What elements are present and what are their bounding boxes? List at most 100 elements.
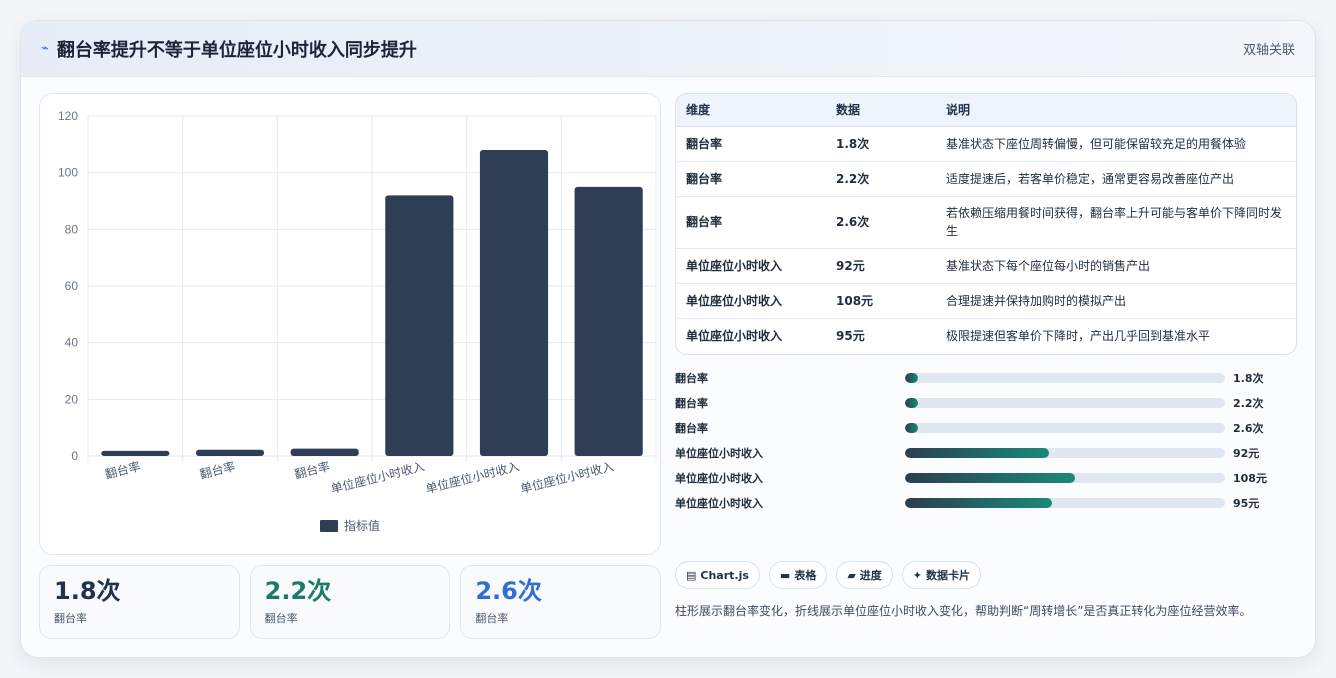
cell-dimension: 翻台率 — [676, 126, 826, 162]
progress-row: 单位座位小时收入 108元 — [675, 465, 1297, 490]
table-row: 单位座位小时收入 108元 合理提速并保持加购时的模拟产出 — [676, 283, 1296, 319]
kpi-value: 2.6次 — [475, 577, 542, 605]
header-tag: 双轴关联 — [1242, 43, 1295, 58]
x-tick-label: 翻台率 — [103, 458, 142, 481]
chip-label: 数据卡片 — [926, 569, 971, 582]
cell-data: 2.6次 — [826, 196, 936, 249]
cell-dimension: 翻台率 — [676, 196, 826, 249]
y-tick-label: 20 — [65, 392, 79, 406]
kpi-label: 翻台率 — [54, 612, 87, 625]
cell-description: 基准状态下每个座位每小时的销售产出 — [936, 248, 1296, 284]
progress-track — [905, 447, 1225, 458]
kpi-label: 翻台率 — [475, 612, 509, 625]
bar-chart-panel: 0 20 40 60 80 100 120 翻台率 翻台率 翻台率 单位座位小时收入 单位座位小时收入… — [39, 93, 661, 555]
trend-icon: ⌁ — [41, 41, 49, 56]
bar — [101, 450, 170, 456]
y-tick-label: 100 — [58, 166, 78, 180]
progress-label: 翻台率 — [675, 371, 708, 385]
column-header: 维度 — [676, 94, 826, 127]
cell-dimension: 单位座位小时收入 — [676, 283, 826, 319]
legend-label: 指标值 — [344, 518, 380, 533]
cell-data: 92元 — [826, 248, 936, 284]
bar — [574, 186, 643, 456]
kpi-card: 2.6次 翻台率 — [460, 565, 662, 639]
cell-data: 1.8次 — [826, 126, 936, 162]
cell-data: 95元 — [836, 329, 865, 344]
bar — [290, 448, 359, 456]
cell-description: 若依赖压缩用餐时间获得，翻台率上升可能与客单价下降同时发生 — [936, 196, 1296, 249]
x-tick-label: 翻台率 — [293, 458, 332, 481]
y-tick-label: 80 — [65, 222, 79, 236]
tag-chips: ▤ Chart.js ▬ 表格 ▰ 进度 ✦ 数据卡片 — [675, 561, 982, 589]
y-tick-label: 60 — [65, 279, 79, 293]
table-row: 翻台率 1.8次 基准状态下座位周转偏慢，但可能保留较充足的用餐体验 — [676, 126, 1296, 162]
x-tick-label: 单位座位小时收入 — [329, 458, 426, 496]
progress-label: 翻台率 — [675, 396, 708, 410]
chart-icon: ▤ — [686, 568, 697, 582]
chip-progress[interactable]: ▰ 进度 — [836, 561, 893, 589]
column-header: 数据 — [826, 94, 936, 127]
y-tick-label: 40 — [65, 336, 79, 350]
cell-description: 极限提速但客单价下降时，产出几乎回到基准水平 — [946, 329, 1211, 344]
progress-track — [905, 472, 1225, 483]
progress-fill — [905, 497, 1053, 508]
bar — [385, 195, 454, 456]
chip-label: 进度 — [859, 569, 882, 582]
cell-dimension: 单位座位小时收入 — [686, 329, 783, 344]
column-header: 说明 — [936, 94, 1296, 127]
bar-chart: 020406080100120翻台率 翻台率 翻台率单位座位小时收入单位座位小时收入… — [58, 109, 657, 533]
cell-dimension: 单位座位小时收入 — [676, 248, 826, 284]
progress-fill — [905, 422, 918, 433]
progress-track — [905, 372, 1225, 383]
legend-swatch — [320, 520, 338, 532]
chip-data-card[interactable]: ✦ 数据卡片 — [901, 561, 982, 589]
table-header-row: 维度 数据 说明 — [676, 94, 1296, 127]
kpi-card: 2.2次 翻台率 — [249, 565, 451, 639]
chip-chartjs[interactable]: ▤ Chart.js — [675, 561, 760, 589]
progress-row: 单位座位小时收入 95元 — [675, 490, 1297, 515]
cell-description: 基准状态下座位周转偏慢，但可能保留较充足的用餐体验 — [936, 126, 1296, 162]
cell-data: 108元 — [826, 283, 936, 319]
chip-label: Chart.js — [700, 568, 749, 582]
progress-value: 1.8次 — [1233, 371, 1264, 385]
cell-description: 合理提速并保持加购时的模拟产出 — [936, 283, 1296, 319]
chip-label: 表格 — [794, 569, 817, 582]
table-icon: ▬ — [779, 568, 791, 582]
bar — [479, 150, 549, 456]
chip-table[interactable]: ▬ 表格 — [768, 561, 828, 589]
data-table: 维度 数据 说明 翻台率 1.8次 基准状态下座位周转偏慢，但可能保留较充足的用… — [675, 93, 1297, 355]
progress-row: 翻台率 2.2次 — [675, 390, 1297, 415]
progress-icon: ▰ — [847, 568, 856, 582]
x-tick-label: 单位座位小时收入 — [519, 458, 616, 496]
progress-row: 翻台率 1.8次 — [675, 365, 1297, 390]
page-title: 翻台率提升不等于单位座位小时收入同步提升 — [56, 39, 417, 61]
progress-label: 翻台率 — [675, 421, 708, 435]
header: ⌁ 翻台率提升不等于单位座位小时收入同步提升 双轴关联 — [21, 21, 1315, 77]
cell-description: 适度提速后，若客单价稳定，通常更容易改善座位产出 — [936, 161, 1296, 197]
progress-row: 翻台率 2.6次 — [675, 415, 1297, 440]
kpi-value: 2.2次 — [264, 577, 332, 605]
progress-fill — [905, 397, 918, 408]
chart-note: 柱形展示翻台率变化，折线展示单位座位小时收入变化，帮助判断“周转增长”是否真正转… — [675, 604, 1252, 618]
progress-label: 单位座位小时收入 — [675, 471, 763, 485]
y-tick-label: 0 — [71, 449, 78, 463]
table-row: 翻台率 2.2次 适度提速后，若客单价稳定，通常更容易改善座位产出 — [676, 161, 1296, 197]
kpi-cards: 1.8次 翻台率 2.2次 翻台率 2.6次 翻台率 — [39, 565, 662, 639]
y-tick-label: 120 — [58, 109, 78, 123]
dashboard-card: ⌁ 翻台率提升不等于单位座位小时收入同步提升 双轴关联 0 20 40 60 80 100… — [20, 20, 1316, 658]
progress-track — [905, 422, 1225, 433]
x-tick-label: 翻台率 — [198, 458, 237, 481]
progress-track — [905, 497, 1225, 508]
progress-value: 95元 — [1233, 496, 1260, 510]
table-row: 单位座位小时收入 95元 极限提速但客单价下降时，产出几乎回到基准水平 — [676, 318, 1296, 353]
kpi-card: 1.8次 翻台率 — [39, 565, 240, 639]
table-row: 单位座位小时收入 92元 基准状态下每个座位每小时的销售产出 — [676, 248, 1296, 284]
progress-label: 单位座位小时收入 — [675, 446, 763, 460]
x-tick-label: 单位座位小时收入 — [424, 458, 521, 496]
progress-fill — [905, 372, 918, 383]
kpi-value: 1.8次 — [54, 577, 121, 605]
progress-row: 单位座位小时收入 92元 — [675, 440, 1297, 465]
bar — [195, 449, 265, 456]
progress-value: 108元 — [1233, 471, 1267, 485]
progress-track — [905, 397, 1225, 408]
